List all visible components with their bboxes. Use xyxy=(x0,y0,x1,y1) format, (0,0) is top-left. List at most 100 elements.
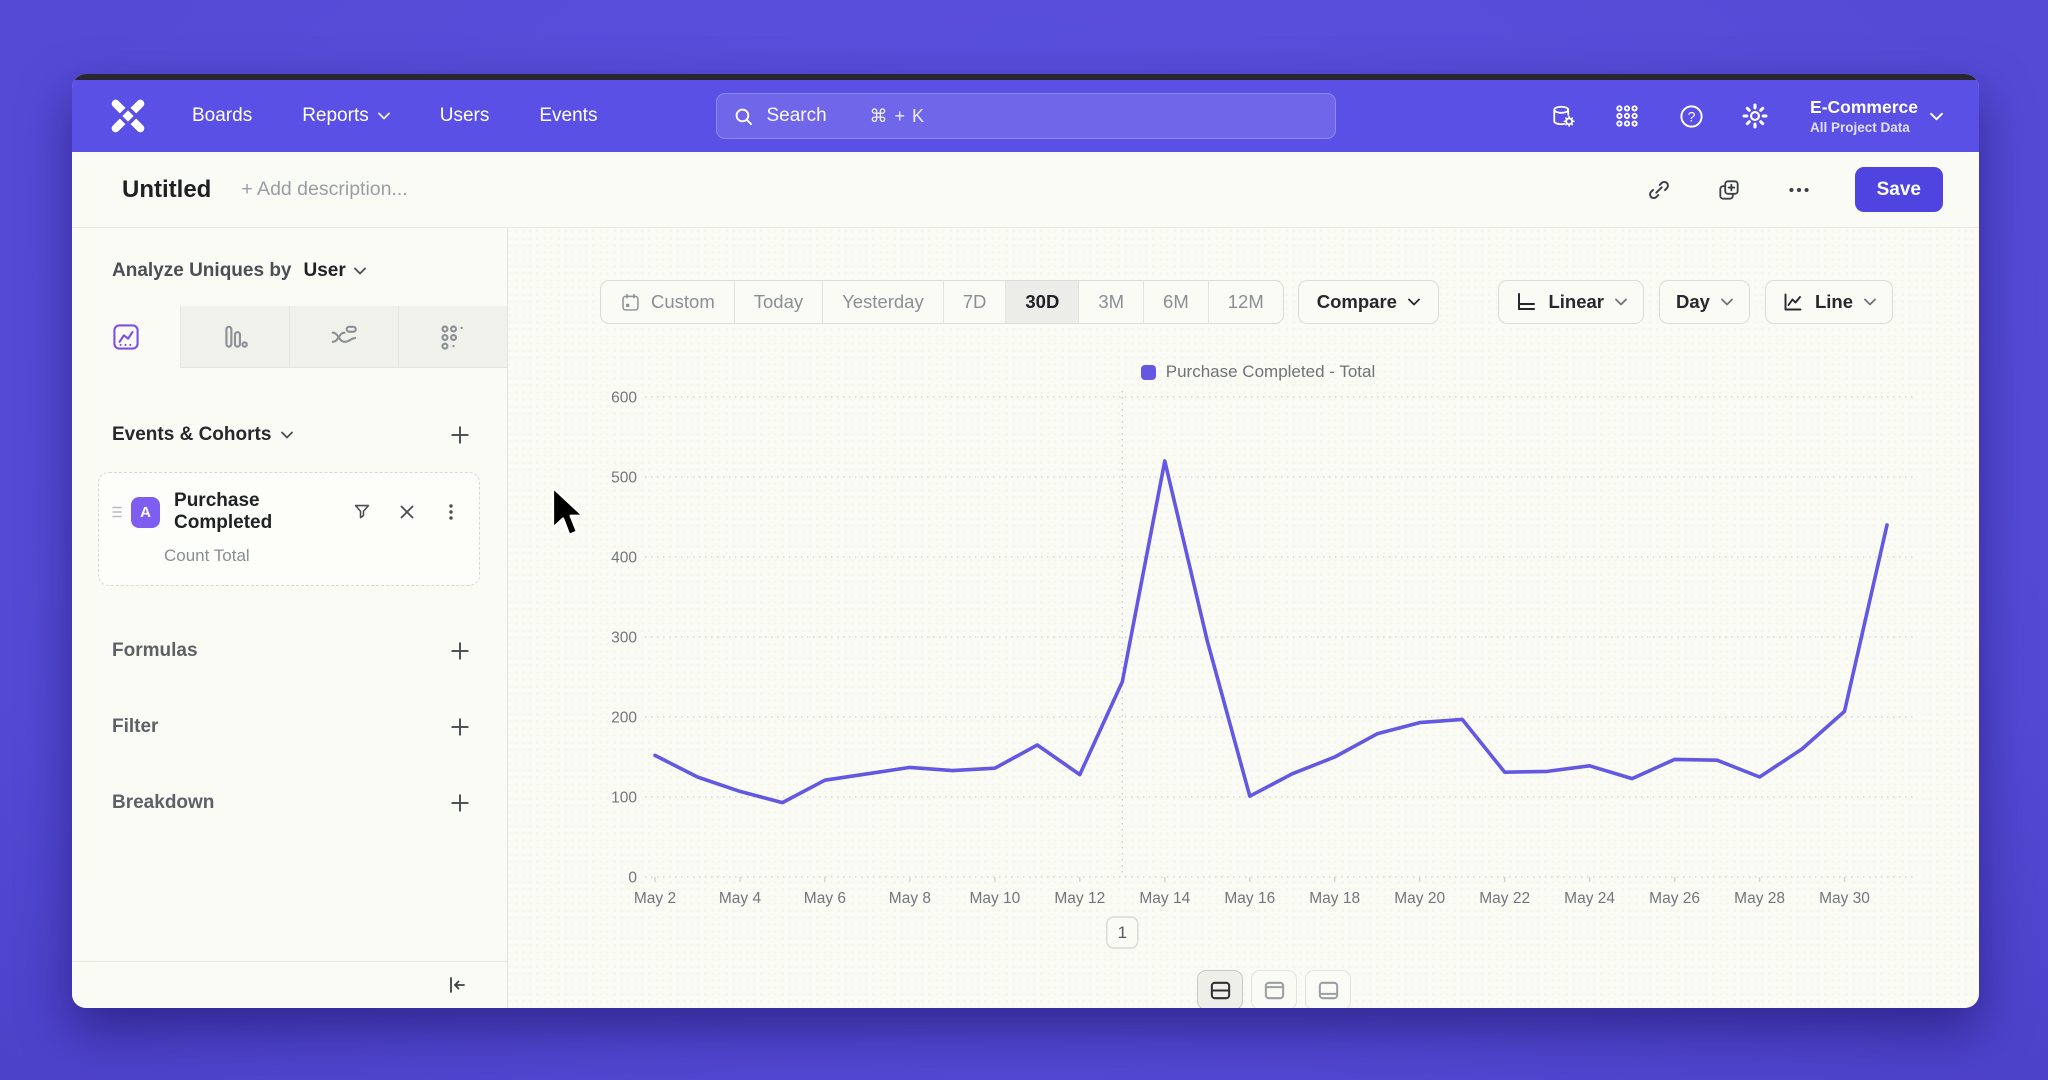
analyze-uniques-selector[interactable]: Analyze Uniques by User xyxy=(72,228,507,306)
nav-item-boards[interactable]: Boards xyxy=(192,105,252,127)
add-formula-button[interactable] xyxy=(449,640,471,662)
event-name[interactable]: Purchase Completed xyxy=(174,490,351,534)
duplicate-icon[interactable] xyxy=(1709,170,1749,210)
svg-text:May 28: May 28 xyxy=(1734,890,1785,907)
title-bar: Untitled + Add description... Sa xyxy=(72,152,1979,228)
add-filter-button[interactable] xyxy=(449,716,471,738)
settings-gear-icon[interactable] xyxy=(1738,99,1772,133)
app-body: Analyze Uniques by User xyxy=(72,228,1979,1008)
range-7d[interactable]: 7D xyxy=(943,281,1006,323)
tab-retention[interactable] xyxy=(398,306,507,368)
svg-text:May 26: May 26 xyxy=(1649,890,1700,907)
interval-label: Day xyxy=(1676,291,1710,313)
kebab-icon[interactable] xyxy=(441,502,461,522)
chevron-down-icon xyxy=(1408,298,1420,306)
sidebar-footer xyxy=(72,961,507,1008)
report-title[interactable]: Untitled xyxy=(122,176,211,204)
search-input[interactable] xyxy=(767,105,857,127)
plus-icon xyxy=(449,640,471,662)
add-event-button[interactable] xyxy=(449,424,471,446)
svg-text:600: 600 xyxy=(611,390,637,407)
link-icon[interactable] xyxy=(1639,170,1679,210)
retention-tab-icon xyxy=(438,322,468,352)
collapse-sidebar-icon[interactable] xyxy=(445,973,469,997)
events-cohorts-header: Events & Cohorts xyxy=(72,424,507,446)
svg-text:May 22: May 22 xyxy=(1479,890,1530,907)
range-today[interactable]: Today xyxy=(734,281,822,323)
chart-panel: Custom Today Yesterday 7D 30D 3M 6M 12M … xyxy=(508,228,1979,1008)
svg-text:May 24: May 24 xyxy=(1564,890,1615,907)
nav-item-users[interactable]: Users xyxy=(440,105,490,127)
search-bar[interactable]: ⌘ + K xyxy=(716,93,1336,139)
range-label: Today xyxy=(754,291,803,313)
range-label: Custom xyxy=(651,291,715,313)
range-yesterday[interactable]: Yesterday xyxy=(822,281,943,323)
top-panel-icon[interactable] xyxy=(1251,970,1297,1008)
nav-item-label: Boards xyxy=(192,105,252,127)
svg-text:100: 100 xyxy=(611,790,637,807)
tab-insights[interactable] xyxy=(72,306,180,368)
help-icon[interactable]: ? xyxy=(1674,99,1708,133)
range-3m[interactable]: 3M xyxy=(1078,281,1143,323)
insights-tab-icon xyxy=(111,322,141,352)
compare-label: Compare xyxy=(1317,291,1397,313)
flows-tab-icon xyxy=(329,322,359,352)
range-30d[interactable]: 30D xyxy=(1005,281,1078,323)
drag-handle-icon[interactable] xyxy=(111,505,123,519)
chevron-down-icon xyxy=(378,112,390,120)
plus-icon xyxy=(449,424,471,446)
nav-item-label: Reports xyxy=(302,105,369,127)
range-label: 6M xyxy=(1163,291,1189,313)
events-cohorts-title[interactable]: Events & Cohorts xyxy=(112,424,293,446)
chevron-down-icon xyxy=(1615,298,1627,306)
nav-right-cluster: ? E-Commerce All Project Data xyxy=(1546,97,1943,135)
linear-axis-icon xyxy=(1515,291,1537,313)
event-letter-badge: A xyxy=(131,497,160,528)
scale-label: Linear xyxy=(1548,291,1604,313)
line-chart[interactable]: 0100200300400500600May 2May 4May 6May 8M… xyxy=(588,384,1979,964)
svg-text:300: 300 xyxy=(611,630,637,647)
ellipsis-icon[interactable] xyxy=(1779,170,1819,210)
range-12m[interactable]: 12M xyxy=(1208,281,1283,323)
nav-item-events[interactable]: Events xyxy=(539,105,597,127)
page-badge: 1 xyxy=(1107,917,1138,948)
line-chart-icon xyxy=(1782,291,1804,313)
project-switcher[interactable]: E-Commerce All Project Data xyxy=(1810,97,1943,135)
svg-text:May 2: May 2 xyxy=(634,890,676,907)
scale-selector[interactable]: Linear xyxy=(1498,280,1644,324)
range-6m[interactable]: 6M xyxy=(1143,281,1208,323)
add-breakdown-button[interactable] xyxy=(449,792,471,814)
split-horizontal-icon[interactable] xyxy=(1197,970,1243,1008)
svg-text:May 10: May 10 xyxy=(969,890,1020,907)
analyze-value[interactable]: User xyxy=(304,260,366,282)
svg-text:500: 500 xyxy=(611,470,637,487)
data-icon[interactable] xyxy=(1546,99,1580,133)
range-custom[interactable]: Custom xyxy=(601,281,734,323)
section-label: Events & Cohorts xyxy=(112,424,271,446)
svg-text:May 20: May 20 xyxy=(1394,890,1445,907)
tab-funnels[interactable] xyxy=(180,306,289,368)
nav-item-label: Events xyxy=(539,105,597,127)
svg-text:May 18: May 18 xyxy=(1309,890,1360,907)
tab-flows[interactable] xyxy=(289,306,398,368)
date-range-group: Custom Today Yesterday 7D 30D 3M 6M 12M xyxy=(600,280,1284,324)
close-icon[interactable] xyxy=(397,502,417,522)
apps-grid-icon[interactable] xyxy=(1610,99,1644,133)
chart-type-selector[interactable]: Line xyxy=(1765,280,1893,324)
compare-button[interactable]: Compare xyxy=(1298,280,1439,324)
event-measurement[interactable]: Count Total xyxy=(164,546,461,566)
query-sidebar: Analyze Uniques by User xyxy=(72,228,508,1008)
analyze-label: Analyze Uniques by xyxy=(112,260,292,282)
range-label: 7D xyxy=(963,291,987,313)
filter-funnel-icon[interactable] xyxy=(351,501,373,523)
save-button[interactable]: Save xyxy=(1855,167,1943,212)
calendar-icon xyxy=(620,292,641,313)
mixpanel-logo[interactable] xyxy=(108,96,148,136)
bottom-panel-icon[interactable] xyxy=(1305,970,1351,1008)
range-label: 3M xyxy=(1098,291,1124,313)
add-description[interactable]: + Add description... xyxy=(241,178,407,201)
plus-icon xyxy=(449,792,471,814)
interval-selector[interactable]: Day xyxy=(1659,280,1750,324)
event-row-purchase-completed[interactable]: A Purchase Completed Count T xyxy=(98,472,480,586)
nav-item-reports[interactable]: Reports xyxy=(302,105,390,127)
